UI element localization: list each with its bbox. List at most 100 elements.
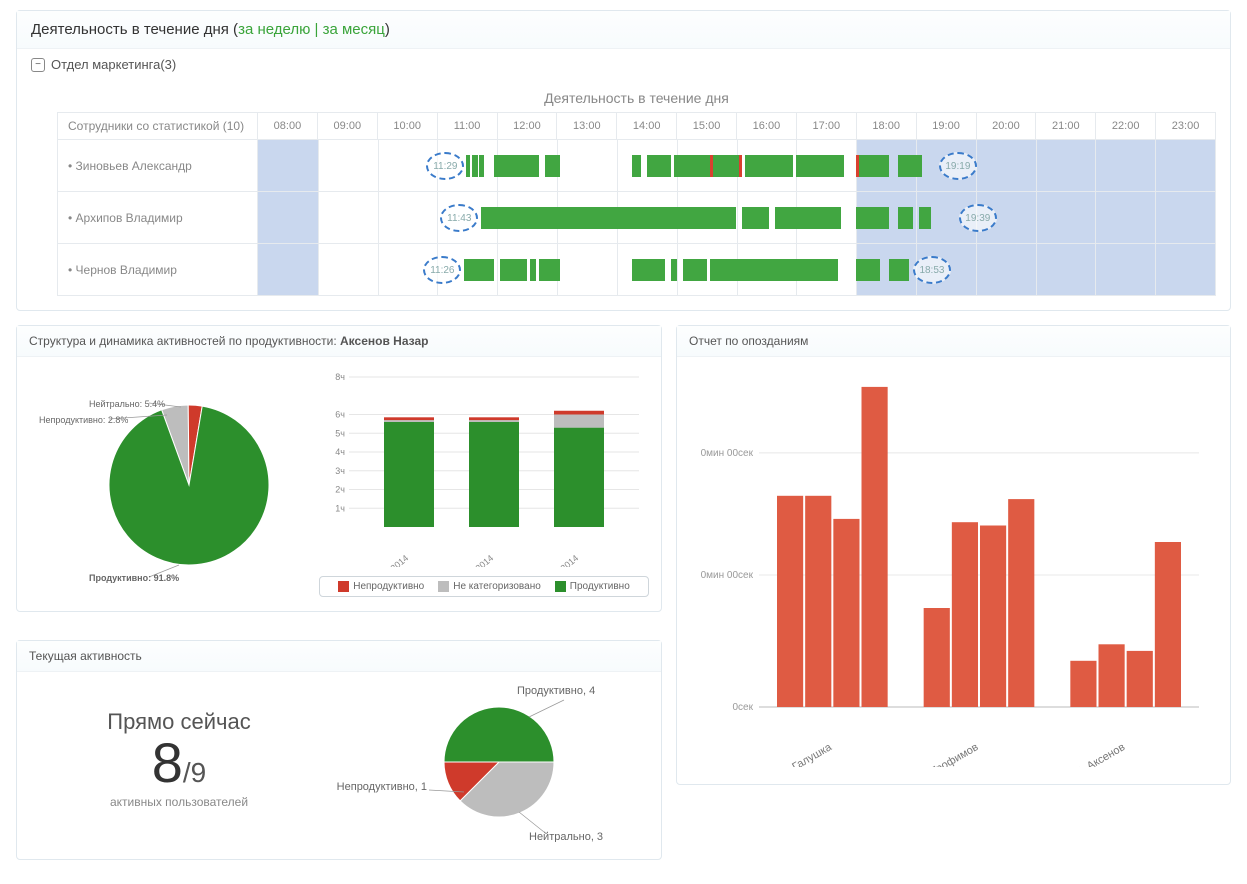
productivity-pie-wrap: Нейтрально: 5.4% Непродуктивно: 2.8% Про… [29, 385, 309, 597]
productivity-bars-wrap: 1ч2ч3ч4ч5ч6ч8ч16 Июл 201417 Июл 201418 И… [319, 367, 649, 597]
svg-text:В. Галушка: В. Галушка [779, 741, 835, 767]
bar-segment[interactable] [384, 417, 434, 420]
timeline-hour-header: 17:00 [796, 113, 856, 140]
activity-segment[interactable] [859, 155, 889, 177]
tardy-bar[interactable] [980, 526, 1006, 708]
timeline-body: • Зиновьев Александр11:2919:19• Архипов … [58, 140, 1216, 296]
activity-segment[interactable] [710, 259, 839, 281]
bar-segment[interactable] [554, 428, 604, 527]
activity-segment[interactable] [466, 155, 470, 177]
activity-segment[interactable] [898, 155, 922, 177]
activity-segment[interactable] [856, 207, 889, 229]
activity-segment[interactable] [889, 259, 909, 281]
activity-segment[interactable] [464, 259, 494, 281]
activity-segment[interactable] [683, 259, 707, 281]
activity-segment[interactable] [745, 155, 793, 177]
tardy-bar[interactable] [1070, 661, 1096, 707]
bar-segment[interactable] [384, 422, 434, 527]
svg-text:3ч: 3ч [335, 466, 345, 476]
current-activity-body: Прямо сейчас 8/9 активных пользователей … [17, 672, 661, 859]
bar-segment[interactable] [469, 422, 519, 527]
tardy-bar[interactable] [862, 387, 888, 707]
tardy-bar[interactable] [777, 496, 803, 707]
svg-text:5ч: 5ч [335, 428, 345, 438]
activity-segment[interactable] [796, 155, 844, 177]
tardy-bar[interactable] [1155, 542, 1181, 707]
minus-icon[interactable]: − [31, 58, 45, 72]
off-hours-shade [258, 192, 318, 243]
tardy-bar[interactable] [805, 496, 831, 707]
activity-segment[interactable] [479, 155, 484, 177]
activity-segment[interactable] [647, 155, 671, 177]
activity-segment[interactable] [898, 207, 913, 229]
now-sub: активных пользователей [29, 795, 329, 809]
activity-segment[interactable] [671, 259, 677, 281]
timeline-hour-header: 12:00 [497, 113, 557, 140]
activity-segment[interactable] [856, 259, 880, 281]
bar-segment[interactable] [384, 420, 434, 422]
productivity-legend: Непродуктивно Не категоризовано Продукти… [319, 576, 649, 597]
activity-segment[interactable] [632, 155, 641, 177]
activity-segment[interactable] [472, 155, 478, 177]
bar-segment[interactable] [554, 415, 604, 428]
timeline-track: 11:2919:19 [258, 140, 1216, 192]
tardy-bar[interactable] [924, 608, 950, 707]
day-activity-header: Деятельность в течение дня (за неделю | … [17, 11, 1230, 49]
timeline-row: • Архипов Владимир11:4319:39 [58, 192, 1216, 244]
dept-node[interactable]: − Отдел маркетинга(3) [31, 57, 1230, 76]
timeline-hour-header: 14:00 [617, 113, 677, 140]
activity-segment[interactable] [539, 259, 560, 281]
activity-segment[interactable] [481, 207, 737, 229]
svg-text:0мин 00сек: 0мин 00сек [701, 448, 754, 459]
off-hours-shade [258, 244, 318, 295]
time-bubble: 11:26 [423, 256, 461, 284]
activity-segment[interactable] [500, 259, 527, 281]
timeline-hour-header: 18:00 [856, 113, 916, 140]
link-month[interactable]: за месяц [323, 21, 385, 38]
svg-text:1ч: 1ч [335, 503, 345, 513]
timeline-table: Сотрудники со статистикой (10) 08:0009:0… [57, 112, 1216, 296]
pie-label-productive: Продуктивно: 91.8% [89, 573, 179, 583]
activity-segment[interactable] [494, 155, 539, 177]
legend-unproductive: Непродуктивно [338, 581, 424, 592]
day-activity-panel: Деятельность в течение дня (за неделю | … [16, 10, 1231, 311]
productivity-title-prefix: Структура и динамика активностей по прод… [29, 334, 340, 348]
activity-segment[interactable] [674, 155, 710, 177]
activity-segment[interactable] [742, 207, 769, 229]
timeline-hour-header: 20:00 [976, 113, 1036, 140]
now-pie: Продуктивно, 4Нейтрально, 3Непродуктивно… [329, 682, 629, 842]
employees-col-header: Сотрудники со статистикой (10) [58, 113, 258, 140]
bar-segment[interactable] [554, 411, 604, 415]
legend-productive: Продуктивно [555, 581, 630, 592]
svg-text:4ч: 4ч [335, 447, 345, 457]
activity-segment[interactable] [739, 155, 742, 177]
svg-text:Н. Аксенов: Н. Аксенов [1073, 741, 1128, 767]
svg-text:Т. Трофимов: Т. Трофимов [918, 741, 980, 767]
tardy-bar[interactable] [952, 522, 978, 707]
employee-name: • Архипов Владимир [58, 192, 258, 244]
employee-name: • Чернов Владимир [58, 244, 258, 296]
tardy-bar[interactable] [833, 519, 859, 707]
activity-segment[interactable] [632, 259, 665, 281]
timeline-hour-header: 09:00 [317, 113, 377, 140]
timeline-row: • Чернов Владимир11:2618:53 [58, 244, 1216, 296]
activity-segment[interactable] [530, 259, 536, 281]
activity-segment[interactable] [919, 207, 931, 229]
timeline-hour-header: 11:00 [437, 113, 497, 140]
bar-segment[interactable] [469, 420, 519, 422]
svg-text:6ч: 6ч [335, 410, 345, 420]
activity-segment[interactable] [775, 207, 841, 229]
now-count: 8/9 [29, 735, 329, 791]
tardy-bar[interactable] [1008, 499, 1034, 707]
pie-slice[interactable] [444, 707, 554, 762]
tardiness-chart: 0сек0мин 00сек0мин 00секВ. ГалушкаТ. Тро… [689, 367, 1209, 767]
timeline-row: • Зиновьев Александр11:2919:19 [58, 140, 1216, 192]
tardy-bar[interactable] [1127, 651, 1153, 707]
link-week[interactable]: за неделю [238, 21, 310, 38]
tardy-bar[interactable] [1099, 644, 1125, 707]
bar-segment[interactable] [469, 417, 519, 420]
employee-name: • Зиновьев Александр [58, 140, 258, 192]
activity-segment[interactable] [545, 155, 560, 177]
pie-label-unproductive: Непродуктивно: 2.8% [39, 415, 128, 425]
activity-segment[interactable] [713, 155, 740, 177]
